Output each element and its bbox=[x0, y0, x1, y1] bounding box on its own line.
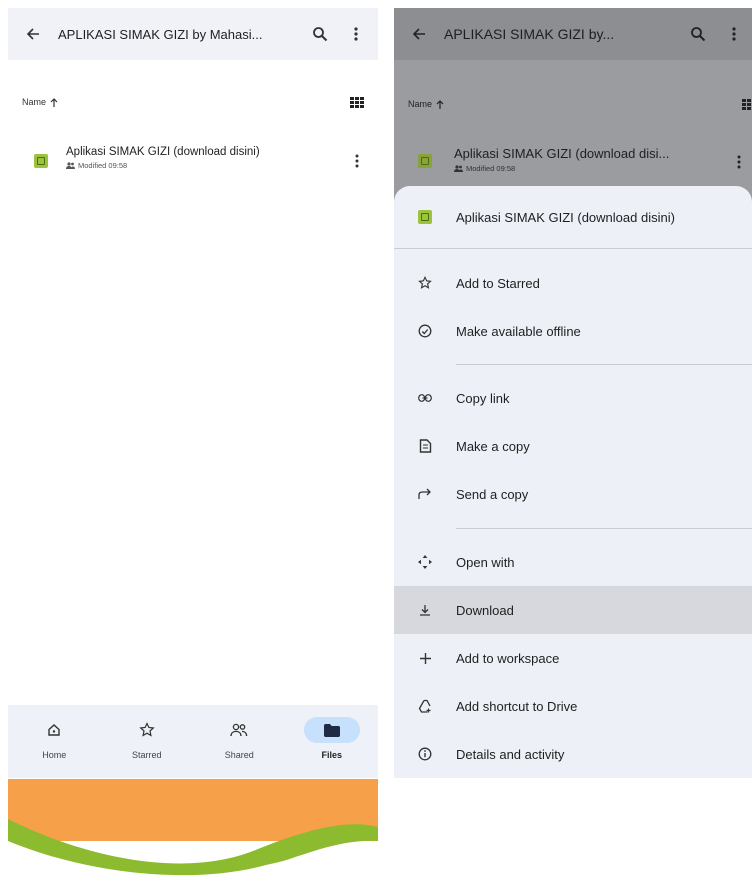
nav-label: Starred bbox=[131, 750, 162, 760]
nav-shared[interactable]: Shared bbox=[193, 705, 286, 778]
back-arrow-icon bbox=[411, 26, 427, 42]
more-vert-icon bbox=[731, 26, 737, 42]
decorative-wave-banner bbox=[8, 779, 378, 881]
menu-label: Copy link bbox=[456, 390, 510, 406]
star-icon bbox=[119, 717, 175, 743]
nav-label: Home bbox=[42, 750, 67, 760]
menu-add-to-starred[interactable]: Add to Starred bbox=[394, 259, 752, 307]
search-icon bbox=[312, 26, 328, 42]
send-icon bbox=[418, 488, 432, 500]
sheet-file-name: Aplikasi SIMAK GIZI (download disini) bbox=[456, 209, 675, 225]
nav-label: Shared bbox=[224, 750, 254, 760]
folder-icon bbox=[303, 717, 360, 743]
search-button[interactable] bbox=[302, 26, 338, 42]
right-screen: APLIKASI SIMAK GIZI by... Name Aplikasi … bbox=[394, 8, 752, 778]
grid-view-icon[interactable] bbox=[350, 96, 364, 108]
more-vert-icon bbox=[353, 26, 359, 42]
menu-make-available-offline[interactable]: Make available offline bbox=[394, 307, 752, 355]
divider bbox=[456, 364, 752, 365]
more-options-button[interactable] bbox=[716, 26, 752, 42]
link-icon bbox=[418, 394, 432, 402]
file-meta: Modified 09:58 bbox=[466, 164, 516, 173]
offline-icon bbox=[418, 324, 432, 338]
file-name: Aplikasi SIMAK GIZI (download disini) bbox=[66, 146, 260, 158]
file-more-button[interactable] bbox=[736, 154, 742, 170]
shortcut-icon bbox=[418, 699, 432, 713]
file-icon bbox=[418, 154, 432, 168]
shared-people-icon bbox=[454, 165, 463, 172]
menu-add-to-workspace[interactable]: Add to workspace bbox=[394, 634, 752, 682]
menu-label: Details and activity bbox=[456, 746, 565, 762]
menu-label: Make a copy bbox=[456, 438, 530, 454]
menu-label: Download bbox=[456, 602, 514, 618]
menu-make-a-copy[interactable]: Make a copy bbox=[394, 422, 752, 470]
menu-label: Make available offline bbox=[456, 323, 581, 339]
divider bbox=[456, 528, 752, 529]
nav-home[interactable]: Home bbox=[8, 705, 101, 778]
search-icon bbox=[690, 26, 706, 42]
sort-row: Name bbox=[408, 94, 752, 114]
file-row[interactable]: Aplikasi SIMAK GIZI (download disi... Mo… bbox=[418, 146, 738, 173]
top-app-bar: APLIKASI SIMAK GIZI by... bbox=[394, 8, 752, 60]
divider bbox=[394, 248, 752, 249]
menu-label: Send a copy bbox=[456, 486, 529, 502]
menu-label: Add to workspace bbox=[456, 650, 560, 666]
search-button[interactable] bbox=[680, 26, 716, 42]
copy-icon bbox=[419, 438, 432, 454]
file-icon bbox=[418, 210, 432, 224]
menu-label: Add shortcut to Drive bbox=[456, 698, 578, 714]
home-icon bbox=[26, 717, 82, 743]
file-meta: Modified 09:58 bbox=[78, 161, 128, 170]
arrow-up-icon bbox=[50, 97, 58, 107]
nav-files[interactable]: Files bbox=[286, 705, 379, 778]
folder-title: APLIKASI SIMAK GIZI by Mahasi... bbox=[58, 26, 263, 42]
sheet-header: Aplikasi SIMAK GIZI (download disini) bbox=[394, 186, 752, 248]
file-actions-bottom-sheet: Aplikasi SIMAK GIZI (download disini) Ad… bbox=[394, 186, 752, 778]
sort-by-name-button[interactable]: Name bbox=[22, 97, 350, 107]
file-row[interactable]: Aplikasi SIMAK GIZI (download disini) Mo… bbox=[34, 146, 374, 170]
folder-title: APLIKASI SIMAK GIZI by... bbox=[444, 26, 615, 42]
open-with-icon bbox=[418, 555, 432, 569]
left-screen: APLIKASI SIMAK GIZI by Mahasi... Name Ap… bbox=[8, 8, 378, 778]
sort-label: Name bbox=[408, 99, 433, 109]
file-name: Aplikasi SIMAK GIZI (download disi... bbox=[454, 146, 670, 161]
more-vert-icon bbox=[354, 153, 360, 169]
menu-open-with[interactable]: Open with bbox=[394, 538, 752, 586]
menu-copy-link[interactable]: Copy link bbox=[394, 374, 752, 422]
back-button[interactable] bbox=[8, 26, 58, 42]
grid-view-icon[interactable] bbox=[742, 98, 752, 110]
menu-label: Open with bbox=[456, 554, 515, 570]
shared-icon bbox=[211, 717, 267, 743]
sort-row: Name bbox=[22, 92, 364, 112]
shared-people-icon bbox=[66, 162, 75, 169]
nav-label: Files bbox=[321, 750, 342, 760]
more-vert-icon bbox=[736, 154, 742, 170]
sort-label: Name bbox=[22, 97, 47, 107]
menu-download[interactable]: Download bbox=[394, 586, 752, 634]
file-icon bbox=[34, 154, 48, 168]
star-icon bbox=[418, 276, 432, 290]
back-arrow-icon bbox=[25, 26, 41, 42]
menu-add-shortcut-to-drive[interactable]: Add shortcut to Drive bbox=[394, 682, 752, 730]
more-options-button[interactable] bbox=[338, 26, 374, 42]
back-button[interactable] bbox=[394, 26, 444, 42]
nav-starred[interactable]: Starred bbox=[101, 705, 194, 778]
menu-details-and-activity[interactable]: Details and activity bbox=[394, 730, 752, 778]
file-more-button[interactable] bbox=[354, 153, 360, 169]
download-icon bbox=[419, 604, 431, 616]
arrow-up-icon bbox=[436, 99, 444, 109]
bottom-navigation: Home Starred Shared Files bbox=[8, 705, 378, 778]
menu-label: Add to Starred bbox=[456, 275, 540, 291]
info-icon bbox=[418, 747, 432, 761]
menu-send-a-copy[interactable]: Send a copy bbox=[394, 470, 752, 518]
plus-icon bbox=[419, 652, 431, 664]
top-app-bar: APLIKASI SIMAK GIZI by Mahasi... bbox=[8, 8, 378, 60]
sort-by-name-button[interactable]: Name bbox=[408, 99, 742, 109]
